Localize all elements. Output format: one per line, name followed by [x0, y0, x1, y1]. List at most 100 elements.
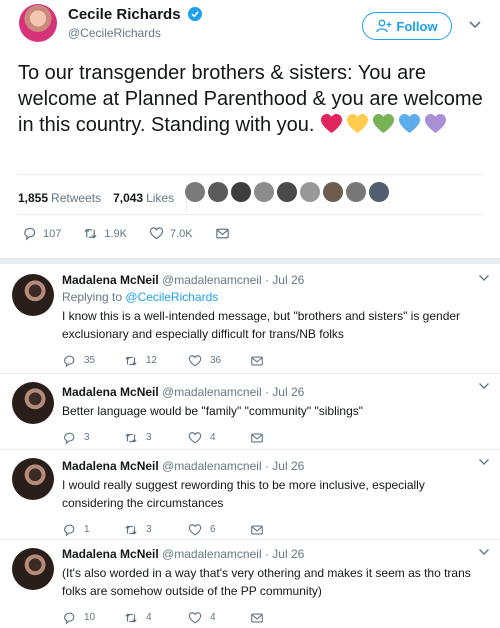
reply-icon [24, 227, 36, 241]
heart-icon [188, 431, 202, 444]
reply-button[interactable]: 3 [62, 429, 124, 446]
reply-button[interactable]: 35 [62, 352, 124, 369]
likes-stat[interactable]: 7,043 Likes [113, 191, 174, 205]
like-button[interactable]: 4 [188, 609, 250, 626]
tweet-actions: 107 1.9K 7.0K [22, 226, 252, 241]
liker-avatar[interactable] [185, 182, 205, 202]
reply-body: Madalena McNeil @madalenamcneil · Jul 26… [62, 384, 487, 446]
retweet-icon [125, 612, 137, 623]
chevron-down-icon[interactable] [478, 458, 490, 466]
reply-avatar[interactable] [12, 274, 54, 316]
heart-emoji-icon [321, 113, 343, 134]
author-avatar[interactable] [19, 4, 57, 42]
liker-avatars [185, 182, 389, 202]
liker-avatar[interactable] [254, 182, 274, 202]
reply-author-name[interactable]: Madalena McNeil [62, 459, 159, 473]
liker-avatar[interactable] [208, 182, 228, 202]
reply-actions: 35 12 36 [62, 352, 487, 369]
like-button[interactable]: 36 [188, 352, 250, 369]
heart-emoji-icon [347, 113, 369, 134]
liker-avatar[interactable] [346, 182, 366, 202]
liker-avatar[interactable] [231, 182, 251, 202]
author-block: Cecile Richards @CecileRichards [68, 6, 203, 40]
chevron-down-icon[interactable] [478, 548, 490, 556]
reply-actions: 10 4 4 [62, 609, 487, 626]
liker-avatar[interactable] [323, 182, 343, 202]
reply-icon [64, 432, 75, 445]
retweet-icon [125, 524, 137, 535]
reply-date[interactable]: Jul 26 [272, 459, 304, 473]
direct-message-button[interactable] [250, 354, 264, 368]
replying-to: Replying to @CecileRichards [62, 289, 487, 306]
reply-author-handle[interactable]: @madalenamcneil [162, 273, 262, 287]
retweet-icon [125, 432, 137, 443]
reply-header: Madalena McNeil @madalenamcneil · Jul 26 [62, 458, 487, 475]
retweet-button[interactable]: 12 [124, 352, 188, 369]
heart-icon [188, 611, 202, 624]
like-button[interactable]: 7.0K [149, 226, 193, 241]
reply-author-name[interactable]: Madalena McNeil [62, 273, 159, 287]
author-name[interactable]: Cecile Richards [68, 6, 181, 23]
reply-text: (It's also worded in a way that's very o… [62, 566, 471, 598]
follow-button[interactable]: Follow [362, 12, 452, 40]
reply-tweet[interactable]: Madalena McNeil @madalenamcneil · Jul 26… [0, 450, 500, 538]
reply-avatar[interactable] [12, 458, 54, 500]
liker-avatar[interactable] [300, 182, 320, 202]
like-button[interactable]: 4 [188, 429, 250, 446]
reply-count: 35 [84, 355, 96, 366]
liker-avatar[interactable] [369, 182, 389, 202]
chevron-down-icon[interactable] [468, 20, 482, 30]
direct-message-button[interactable] [250, 431, 264, 445]
message-icon [251, 612, 263, 623]
divider [18, 174, 482, 175]
retweet-count: 3 [146, 524, 152, 535]
reply-tweet[interactable]: Madalena McNeil @madalenamcneil · Jul 26… [0, 374, 500, 446]
author-handle[interactable]: @CecileRichards [68, 26, 202, 40]
reply-avatar[interactable] [12, 548, 54, 590]
chevron-down-icon[interactable] [478, 382, 490, 390]
reply-author-handle[interactable]: @madalenamcneil [162, 385, 262, 399]
reply-text: I would really suggest rewording this to… [62, 478, 425, 510]
direct-message-button[interactable] [250, 611, 264, 625]
reply-button[interactable]: 10 [62, 609, 124, 626]
add-person-icon [376, 19, 392, 33]
reply-button[interactable]: 107 [22, 226, 61, 241]
reply-tweet[interactable]: Madalena McNeil @madalenamcneil · Jul 26… [0, 266, 500, 369]
retweet-count: 1.9K [104, 227, 127, 240]
like-count: 4 [210, 612, 216, 623]
reply-date[interactable]: Jul 26 [272, 385, 304, 399]
reply-icon [64, 524, 75, 537]
retweets-stat[interactable]: 1,855 Retweets [18, 191, 101, 205]
message-icon [251, 355, 263, 366]
reply-button[interactable]: 1 [62, 521, 124, 538]
reply-body: Madalena McNeil @madalenamcneil · Jul 26… [62, 546, 487, 626]
heart-emoji-icon [373, 113, 395, 134]
reply-tweet[interactable]: Madalena McNeil @madalenamcneil · Jul 26… [0, 540, 500, 628]
replying-to-link[interactable]: @CecileRichards [125, 290, 218, 304]
reply-date[interactable]: Jul 26 [272, 547, 304, 561]
reply-date[interactable]: Jul 26 [272, 273, 304, 287]
reply-author-name[interactable]: Madalena McNeil [62, 385, 159, 399]
direct-message-button[interactable] [215, 226, 230, 241]
reply-avatar[interactable] [12, 382, 54, 424]
retweet-button[interactable]: 3 [124, 521, 188, 538]
reply-header: Madalena McNeil @madalenamcneil · Jul 26 [62, 272, 487, 289]
reply-author-name[interactable]: Madalena McNeil [62, 547, 159, 561]
like-button[interactable]: 6 [188, 521, 250, 538]
direct-message-button[interactable] [250, 523, 264, 537]
reply-author-handle[interactable]: @madalenamcneil [162, 547, 262, 561]
liker-avatar[interactable] [277, 182, 297, 202]
reply-text: Better language would be "family" "commu… [62, 404, 364, 418]
reply-count: 10 [84, 612, 96, 623]
retweet-count: 3 [146, 432, 152, 443]
reply-actions: 1 3 6 [62, 521, 487, 538]
reply-author-handle[interactable]: @madalenamcneil [162, 459, 262, 473]
retweet-button[interactable]: 1.9K [83, 226, 127, 241]
reply-body: Madalena McNeil @madalenamcneil · Jul 26… [62, 458, 487, 538]
replying-to-label: Replying to [62, 290, 123, 304]
like-count: 4 [210, 432, 216, 443]
section-separator [0, 258, 500, 264]
retweet-button[interactable]: 3 [124, 429, 188, 446]
chevron-down-icon[interactable] [478, 274, 490, 282]
retweet-button[interactable]: 4 [124, 609, 188, 626]
